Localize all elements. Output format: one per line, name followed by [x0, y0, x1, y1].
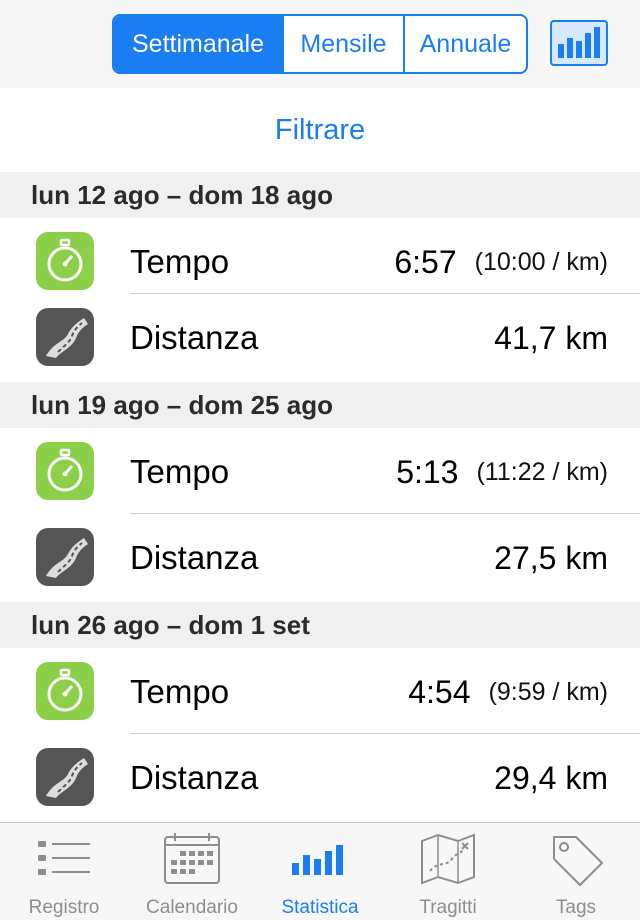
time-label: Tempo: [130, 673, 230, 710]
tab-calendario[interactable]: Calendario: [128, 823, 256, 921]
segment-weekly[interactable]: Settimanale: [114, 16, 282, 72]
stopwatch-icon: [36, 662, 94, 720]
tab-label: Tags: [555, 897, 597, 918]
week-header: lun 19 ago – dom 25 ago: [0, 382, 640, 428]
pace-value: (9:59 / km): [488, 677, 608, 706]
tab-label: Statistica: [281, 897, 359, 918]
distance-row[interactable]: Distanza 27,5 km: [0, 514, 640, 602]
pace-value: (11:22 / km): [476, 457, 608, 486]
time-row[interactable]: Tempo 5:13 (11:22 / km): [0, 428, 640, 516]
tab-bar: Registro Calendario Statistica Tragitti …: [0, 822, 640, 920]
period-segmented-control: Settimanale Mensile Annuale: [112, 14, 528, 74]
road-icon: [36, 528, 94, 586]
tab-tags[interactable]: Tags: [512, 823, 640, 921]
tab-tragitti[interactable]: Tragitti: [384, 823, 512, 921]
tag-icon: [553, 836, 603, 886]
segment-yearly[interactable]: Annuale: [403, 16, 526, 72]
bar-chart-icon: [292, 845, 343, 875]
distance-label: Distanza: [130, 539, 259, 576]
tab-label: Registro: [28, 897, 100, 918]
road-icon: [36, 308, 94, 366]
list-icon: [38, 841, 90, 875]
segment-monthly[interactable]: Mensile: [282, 16, 403, 72]
distance-label: Distanza: [130, 759, 259, 796]
bar-chart-icon: [558, 27, 600, 58]
calendar-icon: [164, 833, 220, 884]
time-row[interactable]: Tempo 4:54 (9:59 / km): [0, 648, 640, 736]
tab-statistica[interactable]: Statistica: [256, 823, 384, 921]
pace-value: (10:00 / km): [474, 247, 608, 276]
road-icon: [36, 748, 94, 806]
time-total: 6:57: [394, 243, 457, 280]
distance-value: 27,5 km: [494, 539, 608, 576]
top-bar: Settimanale Mensile Annuale: [0, 0, 640, 88]
time-total: 4:54: [408, 673, 471, 710]
map-icon: [421, 833, 475, 885]
chart-view-button[interactable]: [550, 20, 608, 66]
distance-value: 41,7 km: [494, 319, 608, 356]
tab-registro[interactable]: Registro: [0, 823, 128, 921]
filter-button[interactable]: Filtrare: [0, 88, 640, 172]
week-header: lun 12 ago – dom 18 ago: [0, 172, 640, 218]
time-label: Tempo: [130, 453, 230, 490]
time-value: 4:54 (9:59 / km): [408, 648, 608, 736]
distance-label: Distanza: [130, 319, 259, 356]
time-total: 5:13: [396, 453, 459, 490]
time-value: 5:13 (11:22 / km): [396, 428, 608, 516]
distance-row[interactable]: Distanza 41,7 km: [0, 294, 640, 382]
distance-row[interactable]: Distanza 29,4 km: [0, 734, 640, 822]
tab-label: Tragitti: [419, 897, 477, 918]
stopwatch-icon: [36, 232, 94, 290]
stopwatch-icon: [36, 442, 94, 500]
distance-value: 29,4 km: [494, 759, 608, 796]
week-header: lun 26 ago – dom 1 set: [0, 602, 640, 648]
tab-label: Calendario: [146, 897, 238, 918]
